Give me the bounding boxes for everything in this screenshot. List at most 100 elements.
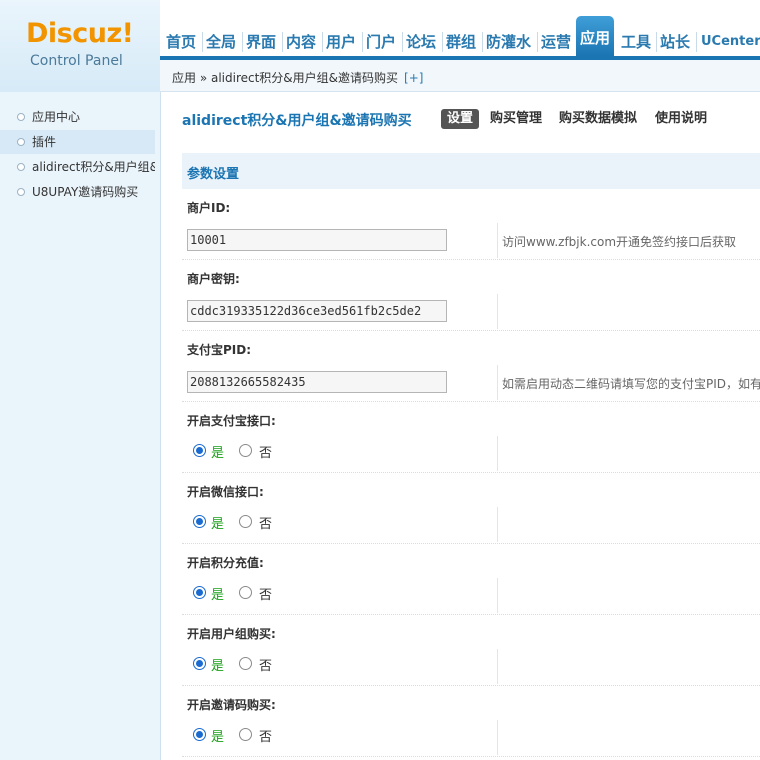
column-divider [497,578,498,613]
breadcrumb: 应用 » alidirect积分&用户组&邀请码购买 [+] [172,69,423,86]
column-divider [497,720,498,755]
row-divider [182,756,760,758]
tab-purchase-simulation[interactable]: 购买数据模拟 [553,109,643,129]
nav-home[interactable]: 首页 [166,28,196,56]
row-divider [182,401,760,403]
bullet-icon [17,138,25,146]
radio-label-yes[interactable]: 是 [211,584,224,603]
row-divider [182,543,760,545]
nav-separator [282,32,283,52]
nav-admin[interactable]: 站长 [660,28,690,56]
nav-group[interactable]: 群组 [446,28,476,56]
sidebar-item-label: 应用中心 [32,110,81,124]
section-header: 参数设置 [182,153,760,189]
column-divider [497,649,498,684]
header: Discuz! Control Panel 首页 全局 界面 内容 用户 门户 … [0,0,760,92]
nav-user[interactable]: 用户 [326,28,356,56]
row-divider [182,472,760,474]
nav-content[interactable]: 内容 [286,28,316,56]
plugin-title: alidirect积分&用户组&邀请码购买 [182,113,412,129]
breadcrumb-add-shortcut[interactable]: [+] [404,71,423,85]
nav-separator [482,32,483,52]
nav-portal[interactable]: 门户 [366,28,396,56]
radio-label-yes[interactable]: 是 [211,655,224,674]
usergroup-no-radio[interactable] [239,657,252,670]
column-divider [497,507,498,542]
alipay-no-radio[interactable] [239,444,252,457]
row-divider [182,614,760,616]
sidebar-item-alidirect[interactable]: alidirect积分&用户组& [0,155,155,179]
tab-settings[interactable]: 设置 [441,109,480,129]
sidebar-item-label: U8UPAY邀请码购买 [32,185,139,199]
nav-separator [322,32,323,52]
merchant-id-input[interactable]: 10001 [187,229,447,251]
nav-forum[interactable]: 论坛 [406,28,436,56]
radio-label-yes[interactable]: 是 [211,513,224,532]
top-nav: 首页 全局 界面 内容 用户 门户 论坛 群组 防灌水 运营 应用 工具 站长 … [160,14,760,58]
nav-apps[interactable]: 应用 [576,16,615,56]
radio-label-yes[interactable]: 是 [211,442,224,461]
sidebar-item-app-center[interactable]: 应用中心 [0,105,155,129]
invitecode-no-radio[interactable] [239,728,252,741]
row-divider [182,259,760,261]
bullet-icon [17,188,25,196]
radio-label-no[interactable]: 否 [259,655,272,674]
wechat-no-radio[interactable] [239,515,252,528]
row-divider [182,685,760,687]
merchant-id-hint: 访问www.zfbjk.com开通免签约接口后获取 [502,235,737,249]
bullet-icon [17,113,25,121]
control-panel-subtitle: Control Panel [30,53,123,69]
alipay-pid-hint: 如需启用动态二维码请填写您的支付宝PID，如有 [502,377,760,391]
credits-toggle-label: 开启积分充值: [187,556,264,570]
tab-purchase-management[interactable]: 购买管理 [484,109,548,129]
breadcrumb-text[interactable]: 应用 » alidirect积分&用户组&邀请码购买 [172,71,398,85]
nav-interface[interactable]: 界面 [246,28,276,56]
nav-global[interactable]: 全局 [206,28,236,56]
alipay-toggle-label: 开启支付宝接口: [187,414,276,428]
credits-no-radio[interactable] [239,586,252,599]
usergroup-yes-radio[interactable] [193,657,206,670]
nav-separator [202,32,203,52]
section-title: 参数设置 [187,167,240,182]
alipay-pid-label: 支付宝PID: [187,343,252,357]
logo-panel: Discuz! Control Panel [0,0,160,92]
sidebar-item-u8upay[interactable]: U8UPAY邀请码购买 [0,180,155,204]
column-divider [497,294,498,329]
discuz-logo[interactable]: Discuz! [26,18,134,49]
nav-antispam[interactable]: 防灌水 [486,28,531,56]
radio-label-no[interactable]: 否 [259,584,272,603]
column-divider [497,436,498,471]
alipay-pid-input[interactable]: 2088132665582435 [187,371,447,393]
credits-yes-radio[interactable] [193,586,206,599]
nav-separator [242,32,243,52]
merchant-key-input[interactable]: cddc319335122d36ce3ed561fb2c5de2 [187,300,447,322]
nav-operation[interactable]: 运营 [541,28,571,56]
nav-tools[interactable]: 工具 [621,28,651,56]
radio-label-yes[interactable]: 是 [211,726,224,745]
alipay-yes-radio[interactable] [193,444,206,457]
radio-label-no[interactable]: 否 [259,513,272,532]
wechat-toggle-label: 开启微信接口: [187,485,264,499]
nav-separator [402,32,403,52]
wechat-yes-radio[interactable] [193,515,206,528]
breadcrumb-bar: 应用 » alidirect积分&用户组&邀请码购买 [+] [160,60,760,92]
bullet-icon [17,163,25,171]
sidebar-item-label: alidirect积分&用户组& [32,160,155,174]
nav-ucenter[interactable]: UCenter [701,28,760,56]
merchant-key-label: 商户密钥: [187,272,240,286]
nav-separator [362,32,363,52]
sidebar: 应用中心 插件 alidirect积分&用户组& U8UPAY邀请码购买 [0,92,161,760]
invitecode-toggle-label: 开启邀请码购买: [187,698,276,712]
tab-usage-guide[interactable]: 使用说明 [649,109,713,129]
column-divider [497,365,498,400]
nav-separator [696,32,697,52]
sidebar-item-plugins[interactable]: 插件 [0,130,155,154]
row-divider [182,330,760,332]
sidebar-item-label: 插件 [32,135,57,149]
column-divider [497,223,498,258]
nav-separator [656,32,657,52]
radio-label-no[interactable]: 否 [259,726,272,745]
usergroup-toggle-label: 开启用户组购买: [187,627,276,641]
radio-label-no[interactable]: 否 [259,442,272,461]
invitecode-yes-radio[interactable] [193,728,206,741]
